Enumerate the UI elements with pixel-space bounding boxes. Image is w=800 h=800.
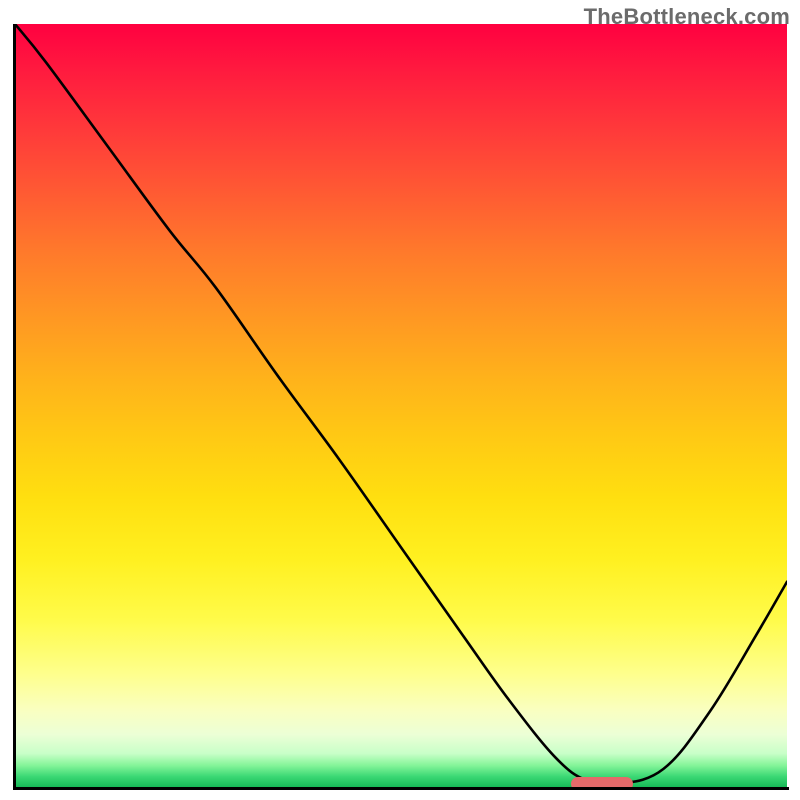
plot-area [15,24,787,788]
x-axis-line [13,787,789,790]
y-axis-line [13,24,16,790]
bottleneck-chart: TheBottleneck.com [0,0,800,800]
bottleneck-curve [15,24,787,788]
